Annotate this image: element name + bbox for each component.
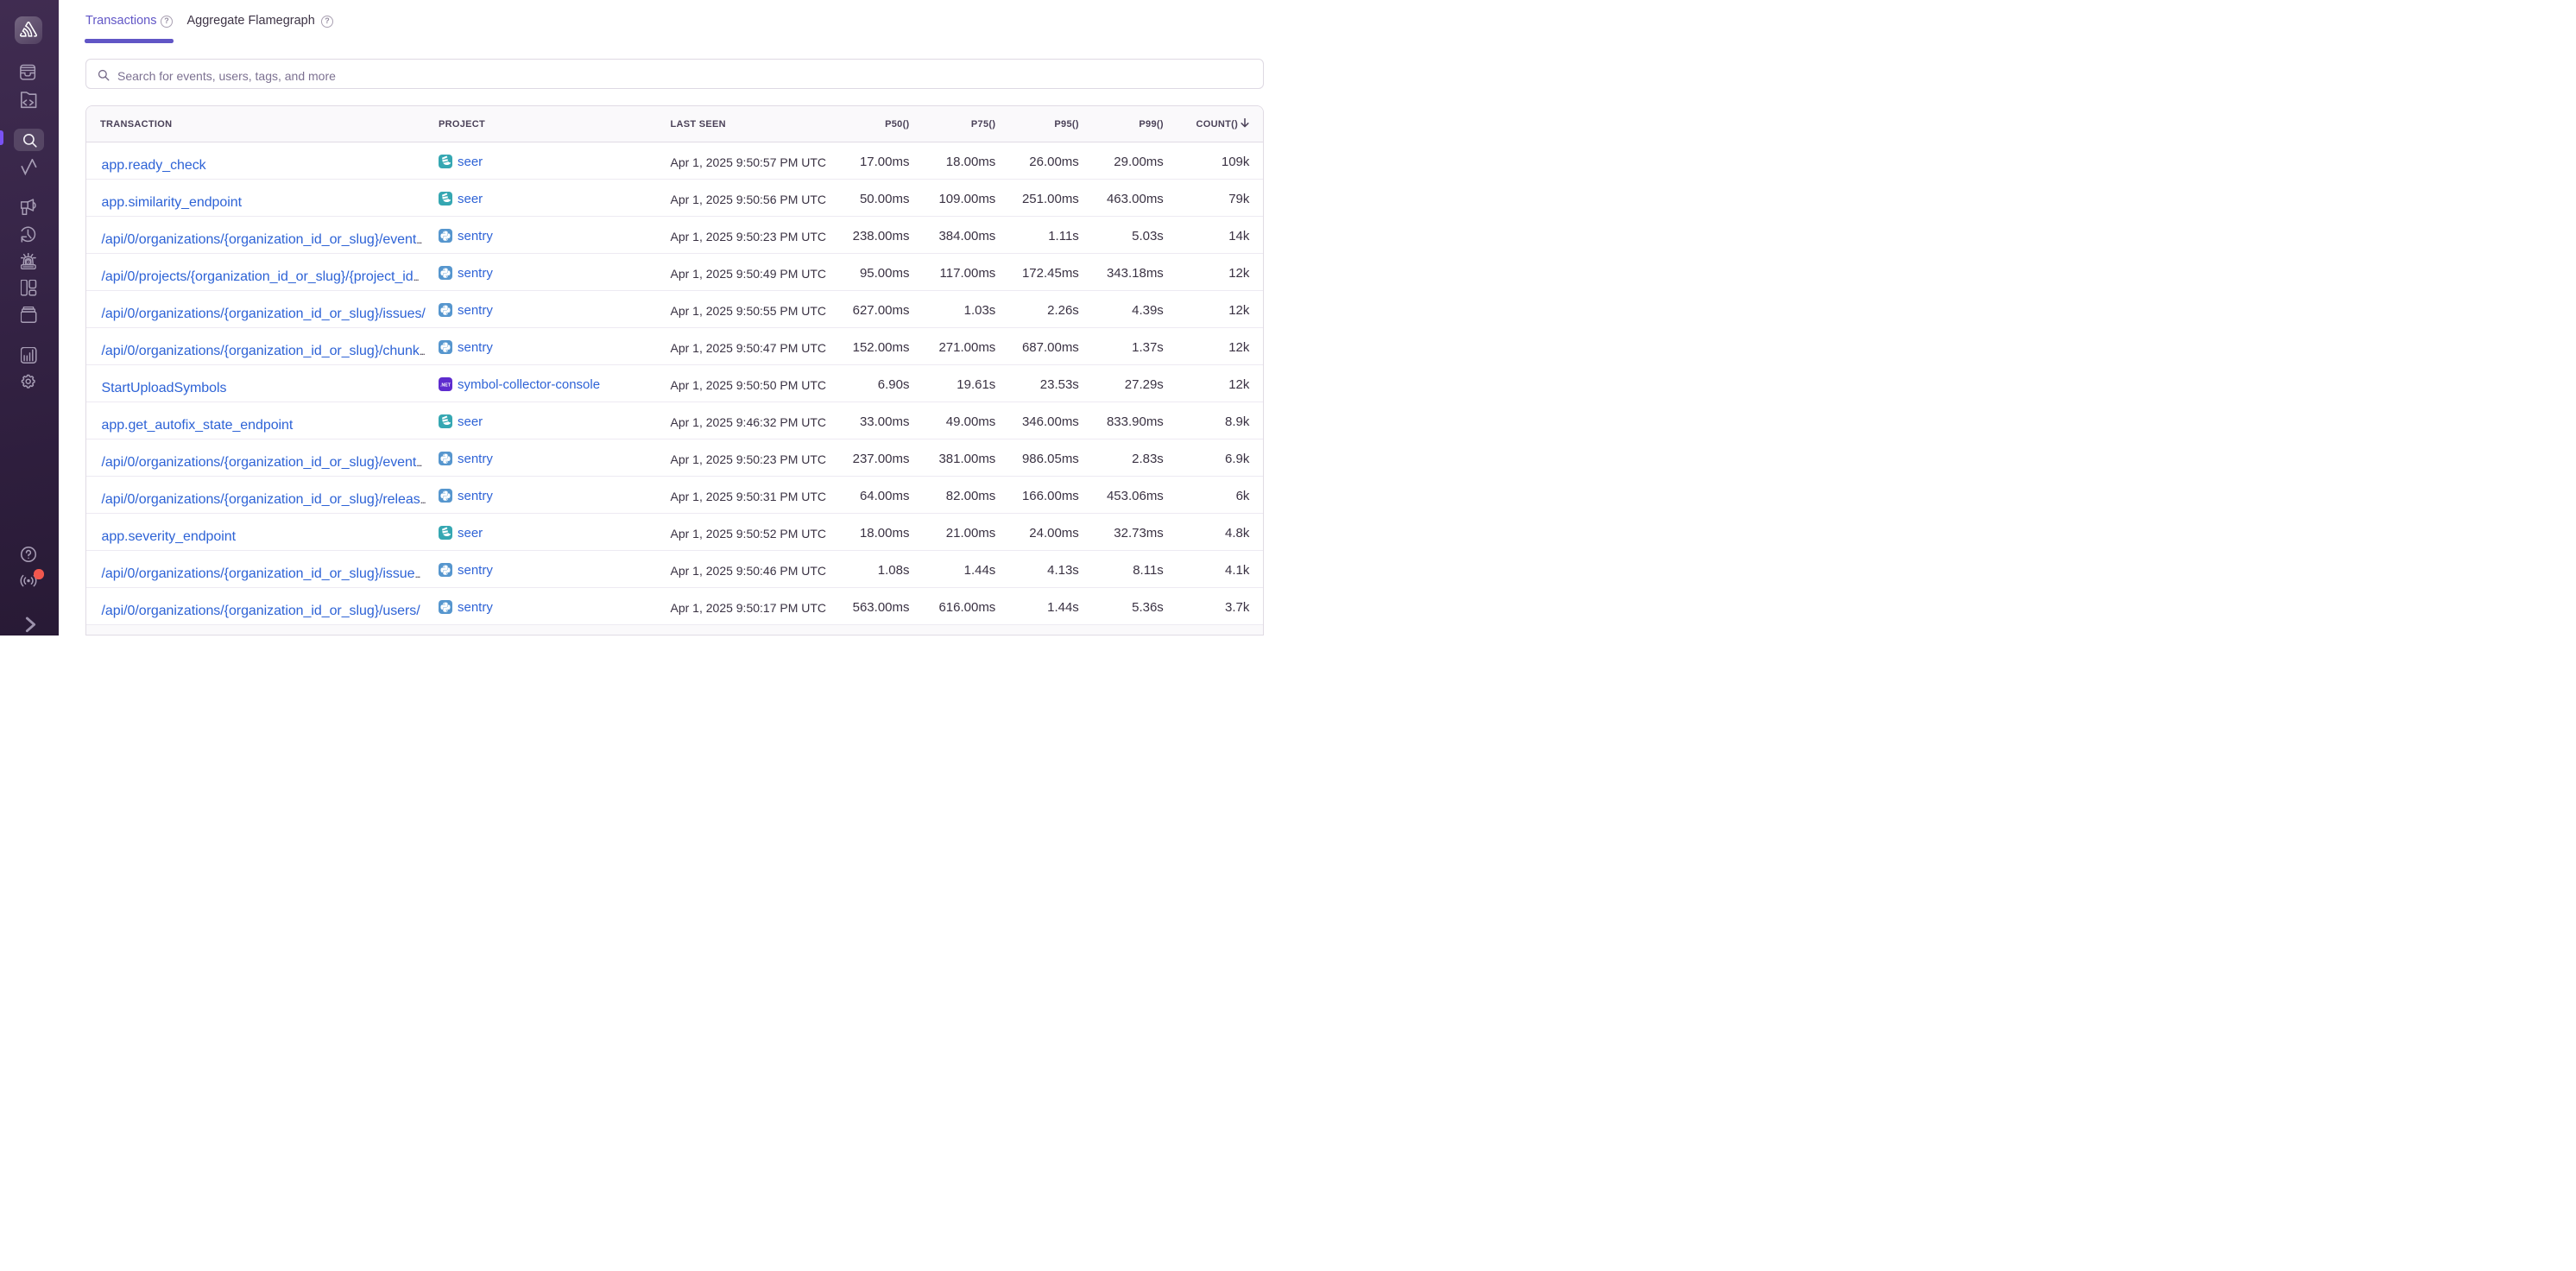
svg-text:.NET: .NET [440,383,451,389]
